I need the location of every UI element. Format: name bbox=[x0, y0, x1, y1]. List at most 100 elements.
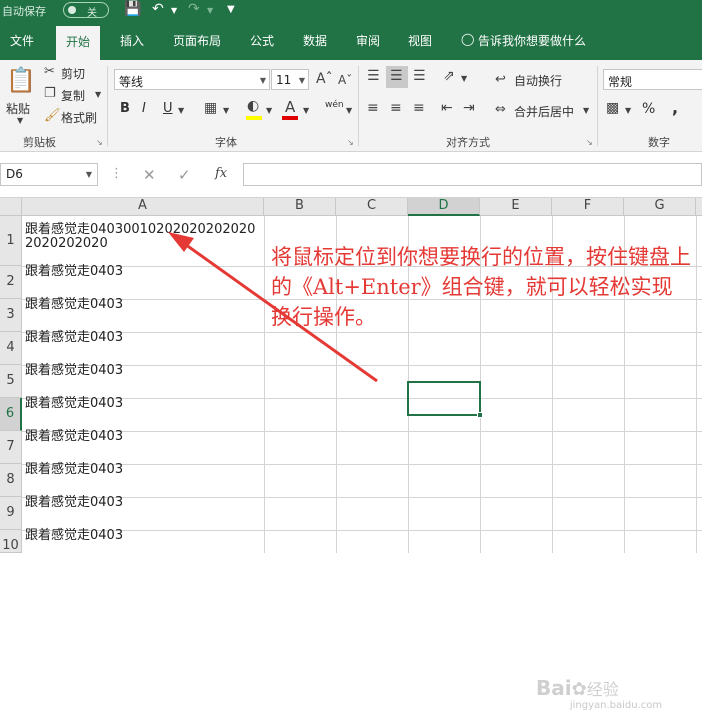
underline-button[interactable]: U bbox=[163, 101, 173, 116]
worksheet: A B C D E F G 1 2 3 4 5 6 7 8 9 10 跟着感觉走… bbox=[0, 198, 702, 711]
accounting-format-icon[interactable]: ▩ bbox=[606, 100, 619, 116]
tab-review[interactable]: 审阅 bbox=[356, 32, 380, 49]
autosave-state: 关 bbox=[87, 8, 97, 19]
tab-formulas[interactable]: 公式 bbox=[250, 32, 274, 49]
wrap-text-icon[interactable]: ↩ bbox=[495, 72, 506, 87]
align-bottom-icon[interactable]: ☰ bbox=[413, 68, 426, 84]
fill-color-icon[interactable]: ◐ bbox=[247, 98, 259, 114]
group-separator bbox=[107, 66, 108, 146]
customize-qat-icon[interactable]: ▼ bbox=[227, 4, 235, 15]
watermark-url: jingyan.baidu.com bbox=[569, 700, 663, 711]
tell-me-search[interactable]: 告诉我你想要做什么 bbox=[478, 32, 586, 49]
phonetic-guide-button[interactable]: wén bbox=[325, 100, 344, 110]
paste-icon[interactable]: 📋 bbox=[6, 66, 36, 94]
formula-bar: D6 ▼ ⋮ ✕ ✓ fx bbox=[0, 152, 702, 198]
title-bar: 自动保存 关 💾 ↶ ▼ ↷ ▼ ▼ bbox=[0, 0, 702, 22]
alignment-group-label: 对齐方式 bbox=[446, 136, 490, 149]
tab-data[interactable]: 数据 bbox=[303, 32, 327, 49]
cancel-icon[interactable]: ✕ bbox=[143, 166, 156, 184]
redo-icon[interactable]: ↷ bbox=[188, 1, 200, 17]
merge-center-icon[interactable]: ⇔ bbox=[495, 102, 506, 117]
watermark-logo: Bai bbox=[536, 676, 572, 700]
align-center-icon[interactable]: ≡ bbox=[390, 100, 402, 116]
name-box-value: D6 bbox=[6, 167, 23, 181]
align-middle-icon[interactable]: ☰ bbox=[390, 68, 403, 84]
clipboard-group-label: 剪贴板 bbox=[23, 136, 56, 149]
enter-icon[interactable]: ✓ bbox=[178, 166, 191, 184]
clipboard-dialog-launcher[interactable]: ↘ bbox=[96, 138, 103, 147]
name-box[interactable]: D6 ▼ bbox=[0, 163, 98, 186]
orientation-icon[interactable]: ⇗ bbox=[443, 68, 455, 84]
watermark: Bai✿经验 jingyan.baidu.com bbox=[536, 676, 696, 711]
font-dialog-launcher[interactable]: ↘ bbox=[347, 138, 354, 147]
cut-icon[interactable]: ✂ bbox=[44, 64, 55, 79]
font-name-value: 等线 bbox=[119, 75, 144, 89]
tab-file[interactable]: 文件 bbox=[10, 32, 34, 49]
tab-insert[interactable]: 插入 bbox=[120, 32, 144, 49]
font-size-select[interactable]: 11 ▼ bbox=[271, 69, 309, 90]
increase-indent-icon[interactable]: ⇥ bbox=[463, 100, 475, 116]
font-group-label: 字体 bbox=[215, 136, 237, 149]
format-painter-button[interactable]: 格式刷 bbox=[61, 109, 97, 126]
ribbon-tabs: 文件 开始 插入 页面布局 公式 数据 审阅 视图 ◯ 告诉我你想要做什么 bbox=[0, 22, 702, 60]
align-right-icon[interactable]: ≡ bbox=[413, 100, 425, 116]
cut-button[interactable]: 剪切 bbox=[61, 65, 85, 82]
autosave-label: 自动保存 bbox=[2, 5, 46, 18]
copy-dropdown-icon[interactable]: ▼ bbox=[95, 90, 101, 99]
annotation-text: 将鼠标定位到你想要换行的位置，按住键盘上的《Alt+Enter》组合键，就可以轻… bbox=[271, 245, 691, 329]
copy-button[interactable]: 复制 bbox=[61, 87, 85, 104]
wrap-text-button[interactable]: 自动换行 bbox=[514, 72, 562, 89]
font-color-icon[interactable]: A bbox=[285, 98, 295, 116]
bold-button[interactable]: B bbox=[120, 101, 130, 116]
ribbon: 📋 粘贴 ▼ ✂ 剪切 ❐ 复制 ▼ 🖌 格式刷 剪贴板 ↘ 等线 ▼ 11 ▼… bbox=[0, 60, 702, 152]
redo-dropdown-icon[interactable]: ▼ bbox=[207, 6, 213, 15]
font-size-value: 11 bbox=[276, 73, 292, 87]
toggle-knob bbox=[68, 6, 76, 14]
increase-font-icon[interactable]: Aˆ bbox=[316, 71, 333, 87]
merge-dropdown-icon[interactable]: ▼ bbox=[583, 106, 589, 115]
comma-style-button[interactable]: , bbox=[672, 98, 678, 117]
decrease-indent-icon[interactable]: ⇤ bbox=[441, 100, 453, 116]
save-icon[interactable]: 💾 bbox=[124, 1, 141, 17]
format-painter-icon[interactable]: 🖌 bbox=[44, 108, 61, 123]
formula-input[interactable] bbox=[243, 163, 702, 186]
fill-color-swatch bbox=[246, 116, 262, 120]
align-top-icon[interactable]: ☰ bbox=[367, 68, 380, 84]
paw-icon: ✿ bbox=[571, 679, 587, 700]
chevron-down-icon: ▼ bbox=[298, 76, 305, 85]
chevron-down-icon: ▼ bbox=[259, 76, 266, 85]
font-name-select[interactable]: 等线 ▼ bbox=[114, 69, 270, 90]
accounting-dropdown-icon[interactable]: ▼ bbox=[625, 106, 631, 115]
group-separator bbox=[358, 66, 359, 146]
align-left-icon[interactable]: ≡ bbox=[367, 100, 379, 116]
number-format-select[interactable]: 常规 bbox=[603, 69, 702, 90]
decrease-font-icon[interactable]: Aˇ bbox=[338, 73, 352, 87]
font-color-dropdown-icon[interactable]: ▼ bbox=[303, 106, 309, 115]
paste-button[interactable]: 粘贴 bbox=[6, 100, 30, 117]
drag-handle-icon[interactable]: ⋮ bbox=[110, 166, 123, 181]
insert-function-icon[interactable]: fx bbox=[215, 166, 227, 181]
underline-dropdown-icon[interactable]: ▼ bbox=[178, 106, 184, 115]
paste-dropdown-icon[interactable]: ▼ bbox=[17, 116, 23, 125]
tab-view[interactable]: 视图 bbox=[408, 32, 432, 49]
group-separator bbox=[597, 66, 598, 146]
chevron-down-icon[interactable]: ▼ bbox=[86, 170, 92, 179]
borders-icon[interactable]: ▦ bbox=[204, 100, 217, 116]
tab-page-layout[interactable]: 页面布局 bbox=[173, 32, 221, 49]
number-group-label: 数字 bbox=[648, 136, 670, 149]
copy-icon[interactable]: ❐ bbox=[44, 86, 56, 101]
italic-button[interactable]: I bbox=[142, 101, 146, 116]
tab-home[interactable]: 开始 bbox=[56, 26, 101, 60]
phonetic-dropdown-icon[interactable]: ▼ bbox=[346, 106, 352, 115]
watermark-logo-cn: 经验 bbox=[586, 680, 619, 699]
number-format-value: 常规 bbox=[608, 75, 633, 89]
autosave-toggle[interactable]: 关 bbox=[63, 2, 109, 19]
percent-button[interactable]: % bbox=[642, 101, 655, 117]
orientation-dropdown-icon[interactable]: ▼ bbox=[461, 74, 467, 83]
undo-dropdown-icon[interactable]: ▼ bbox=[171, 6, 177, 15]
fill-color-dropdown-icon[interactable]: ▼ bbox=[266, 106, 272, 115]
borders-dropdown-icon[interactable]: ▼ bbox=[223, 106, 229, 115]
merge-center-button[interactable]: 合并后居中 bbox=[514, 103, 574, 120]
undo-icon[interactable]: ↶ bbox=[152, 1, 164, 17]
alignment-dialog-launcher[interactable]: ↘ bbox=[586, 138, 593, 147]
